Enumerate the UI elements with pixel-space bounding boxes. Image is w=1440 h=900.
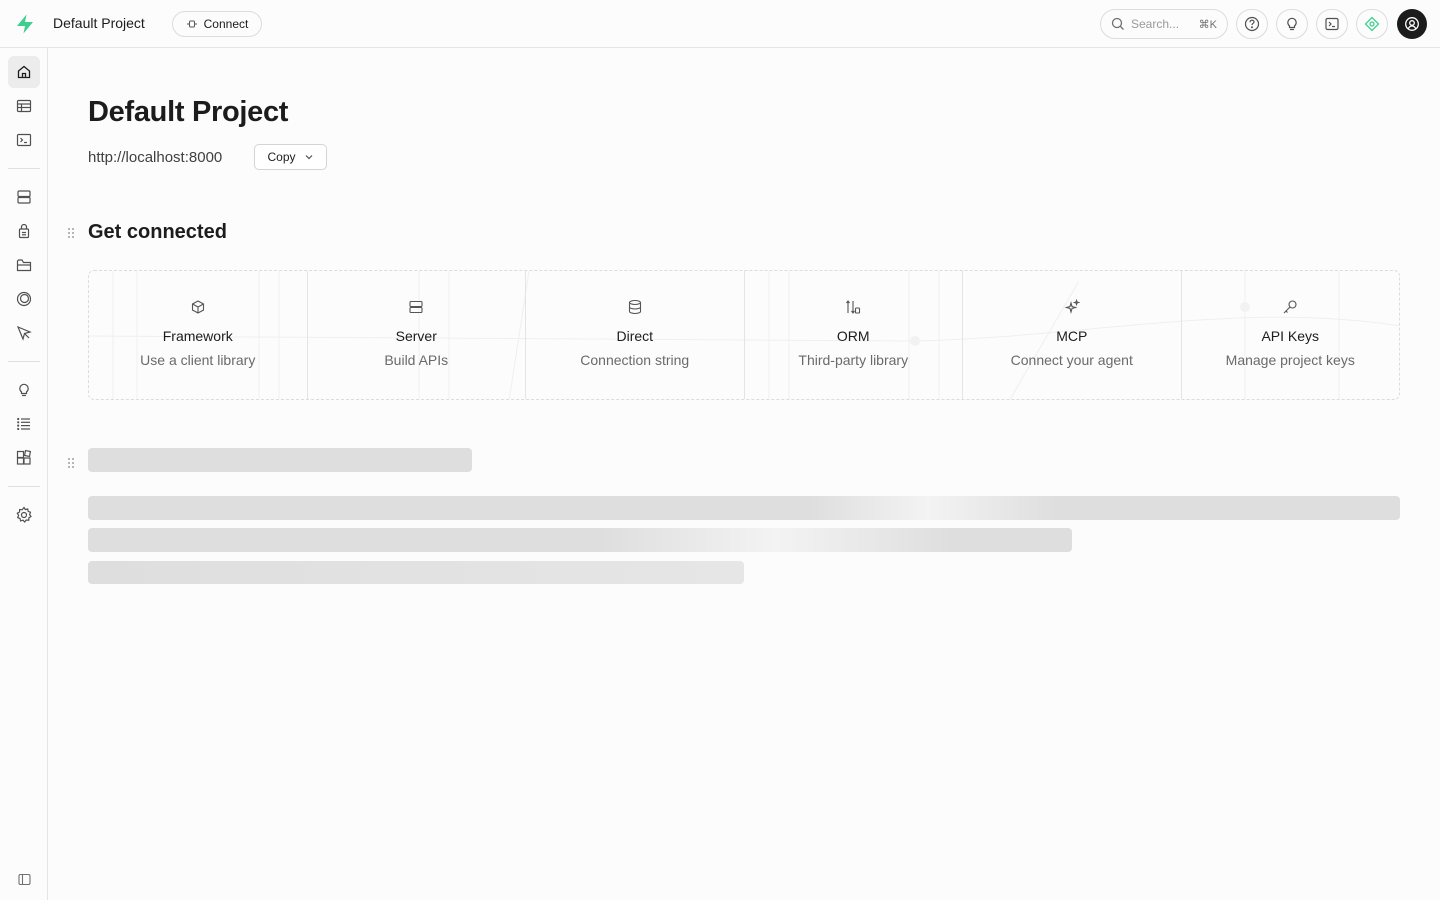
sidebar-item-logs[interactable] [8, 408, 40, 440]
card-subtitle: Connection string [580, 352, 690, 368]
logs-icon [16, 416, 32, 432]
copy-label: Copy [267, 150, 296, 164]
sparkles-icon [1064, 299, 1080, 315]
logo-icon[interactable] [14, 13, 36, 35]
connect-options: Framework Use a client library Server Bu… [88, 270, 1400, 400]
sidebar-item-sql-editor[interactable] [8, 124, 40, 156]
card-subtitle: Connect your agent [1010, 352, 1133, 368]
advisors-icon [16, 382, 32, 398]
connect-card-api-keys[interactable]: API Keys Manage project keys [1182, 271, 1400, 399]
storage-icon [16, 257, 32, 273]
database-icon [627, 299, 643, 315]
sidebar-item-storage[interactable] [8, 249, 40, 281]
help-icon [1244, 16, 1260, 32]
card-title: Framework [162, 328, 233, 344]
card-subtitle: Third-party library [798, 352, 909, 368]
connect-card-direct[interactable]: Direct Connection string [526, 271, 745, 399]
sidebar-item-advisors[interactable] [8, 374, 40, 406]
sidebar-item-integrations[interactable] [8, 442, 40, 474]
connect-button[interactable]: Connect [172, 11, 262, 37]
integrations-icon [16, 450, 32, 466]
table-editor-icon [16, 98, 32, 114]
card-subtitle: Build APIs [384, 352, 449, 368]
top-bar: Default Project Connect Search... ⌘K [0, 0, 1440, 48]
terminal-icon [1324, 16, 1340, 32]
sidebar-collapse-button[interactable] [8, 863, 40, 895]
card-title: Direct [616, 328, 654, 344]
connect-card-mcp[interactable]: MCP Connect your agent [963, 271, 1182, 399]
sql-editor-icon [16, 132, 32, 148]
sidebar [0, 48, 48, 900]
search-icon [1111, 17, 1125, 31]
avatar[interactable] [1397, 9, 1427, 39]
card-subtitle: Use a client library [140, 352, 256, 368]
card-title: API Keys [1261, 328, 1320, 344]
sidebar-divider [8, 168, 40, 169]
card-subtitle: Manage project keys [1225, 352, 1355, 368]
card-title: Server [395, 328, 437, 344]
plug-icon [186, 18, 198, 30]
sidebar-toggle-icon [17, 873, 31, 886]
project-name[interactable]: Default Project [53, 15, 145, 31]
sidebar-divider [8, 361, 40, 362]
home-icon [16, 64, 32, 80]
sidebar-item-settings[interactable] [8, 499, 40, 531]
page-title: Default Project [88, 96, 289, 128]
realtime-icon [16, 291, 32, 307]
card-title: MCP [1056, 328, 1088, 344]
package-icon [190, 299, 206, 315]
assistant-icon [1364, 16, 1380, 32]
connect-label: Connect [203, 17, 249, 31]
settings-icon [15, 506, 33, 524]
drag-handle-icon[interactable] [66, 227, 76, 239]
connect-card-orm[interactable]: ORM Third-party library [745, 271, 963, 399]
sidebar-item-realtime[interactable] [8, 283, 40, 315]
sidebar-item-database[interactable] [8, 181, 40, 213]
lightbulb-icon [1284, 16, 1300, 32]
key-icon [1282, 299, 1298, 315]
loading-skeleton-line [88, 496, 1400, 520]
search-placeholder: Search... [1131, 17, 1180, 31]
terminal-button[interactable] [1316, 9, 1348, 39]
server-icon [408, 299, 424, 315]
sidebar-divider [8, 486, 40, 487]
copy-button[interactable]: Copy [254, 144, 327, 170]
chevron-down-icon [304, 152, 314, 162]
orm-icon [845, 299, 861, 315]
auth-icon [16, 223, 32, 239]
edge-functions-icon [16, 325, 32, 341]
search-input[interactable]: Search... ⌘K [1100, 9, 1228, 39]
loading-skeleton-title [88, 448, 472, 472]
connect-card-framework[interactable]: Framework Use a client library [89, 271, 308, 399]
card-title: ORM [836, 328, 870, 344]
loading-skeleton-line [88, 561, 744, 584]
loading-skeleton-line [88, 528, 1072, 552]
help-button[interactable] [1236, 9, 1268, 39]
assistant-button[interactable] [1356, 9, 1388, 39]
sidebar-item-home[interactable] [8, 56, 40, 88]
database-icon [16, 189, 32, 205]
project-url: http://localhost:8000 [88, 149, 223, 166]
drag-handle-icon[interactable] [66, 457, 76, 469]
search-shortcut: ⌘K [1198, 18, 1217, 31]
section-title: Get connected [88, 221, 227, 243]
sidebar-item-auth[interactable] [8, 215, 40, 247]
user-icon [1404, 16, 1420, 32]
tips-button[interactable] [1276, 9, 1308, 39]
sidebar-item-edge-functions[interactable] [8, 317, 40, 349]
sidebar-item-table-editor[interactable] [8, 90, 40, 122]
connect-card-server[interactable]: Server Build APIs [308, 271, 526, 399]
